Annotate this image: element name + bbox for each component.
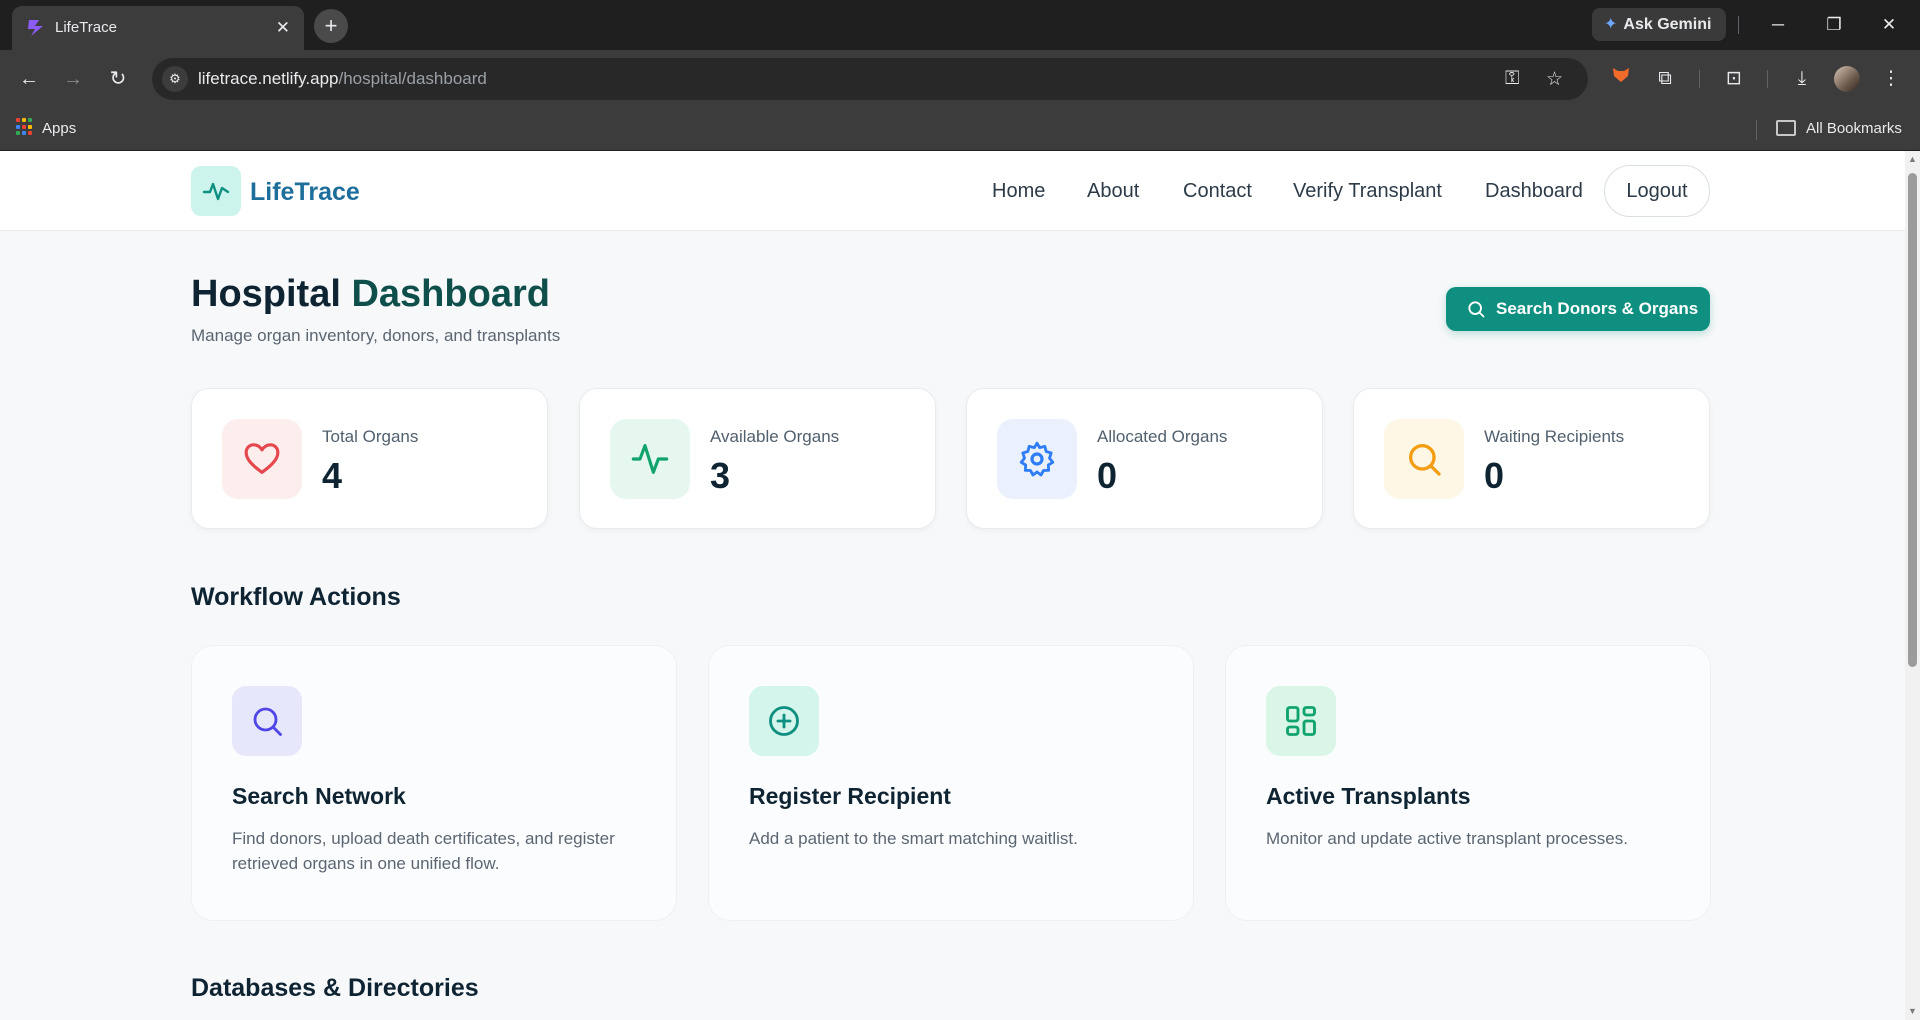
nav-verify-transplant[interactable]: Verify Transplant bbox=[1293, 180, 1442, 203]
password-key-icon[interactable]: ⚿ bbox=[1505, 68, 1519, 90]
new-tab-button[interactable]: + bbox=[314, 9, 348, 43]
stat-value: 0 bbox=[1484, 455, 1505, 496]
heart-icon bbox=[222, 419, 302, 499]
close-tab-icon[interactable]: ✕ bbox=[276, 18, 290, 38]
search-donors-organs-button[interactable]: Search Donors & Organs bbox=[1446, 287, 1710, 331]
menu-kebab-icon[interactable]: ⋮ bbox=[1876, 64, 1906, 94]
stat-card-allocated-organs: Allocated Organs 0 bbox=[966, 388, 1323, 529]
reload-icon[interactable]: ↻ bbox=[103, 64, 133, 94]
page-title-part1: Hospital bbox=[191, 273, 341, 315]
back-icon[interactable]: ← bbox=[14, 64, 44, 94]
forward-icon[interactable]: → bbox=[58, 64, 88, 94]
window-separator bbox=[1738, 16, 1739, 34]
browser-tab-strip: LifeTrace ✕ + ✦ Ask Gemini ─ ❐ ✕ bbox=[0, 0, 1920, 50]
bookmarks-bar: Apps All Bookmarks bbox=[0, 108, 1920, 151]
page-title-part2: Dashboard bbox=[351, 273, 550, 315]
workflow-card-title: Active Transplants bbox=[1266, 783, 1471, 809]
tab-search-icon[interactable]: ⊡ bbox=[1719, 64, 1749, 94]
ask-gemini-button[interactable]: ✦ Ask Gemini bbox=[1592, 8, 1726, 41]
site-logo-text[interactable]: LifeTrace bbox=[250, 178, 360, 207]
page-title: Hospital Dashboard bbox=[191, 273, 550, 316]
stat-card-total-organs: Total Organs 4 bbox=[191, 388, 548, 529]
all-bookmarks-link[interactable]: All Bookmarks bbox=[1806, 120, 1902, 137]
tab-title: LifeTrace bbox=[55, 19, 117, 36]
url-path: /hospital/dashboard bbox=[338, 69, 487, 88]
url-domain: lifetrace.netlify.app bbox=[198, 69, 339, 88]
stat-card-available-organs: Available Organs 3 bbox=[579, 388, 936, 529]
nav-about[interactable]: About bbox=[1087, 180, 1139, 203]
address-bar[interactable]: ⚙ lifetrace.netlify.app/hospital/dashboa… bbox=[152, 58, 1588, 100]
stat-card-waiting-recipients: Waiting Recipients 0 bbox=[1353, 388, 1710, 529]
profile-avatar[interactable] bbox=[1834, 66, 1860, 92]
search-donors-organs-label: Search Donors & Organs bbox=[1496, 299, 1699, 318]
stat-label: Total Organs bbox=[322, 427, 419, 446]
bookmark-star-icon[interactable]: ☆ bbox=[1546, 68, 1563, 91]
browser-toolbar: ← → ↻ ⚙ lifetrace.netlify.app/hospital/d… bbox=[0, 50, 1920, 108]
extension-fox-icon[interactable] bbox=[1606, 64, 1636, 94]
lightning-favicon-icon bbox=[28, 20, 43, 36]
apps-bookmark[interactable]: Apps bbox=[42, 120, 76, 137]
toolbar-separator bbox=[1767, 70, 1768, 88]
workflow-card-search-network[interactable]: Search Network Find donors, upload death… bbox=[191, 645, 677, 921]
restore-icon[interactable]: ❐ bbox=[1819, 10, 1849, 40]
stat-value: 4 bbox=[322, 455, 343, 496]
nav-dashboard[interactable]: Dashboard bbox=[1485, 180, 1583, 203]
url-text[interactable]: lifetrace.netlify.app/hospital/dashboard bbox=[198, 69, 487, 89]
workflow-card-title: Search Network bbox=[232, 783, 406, 809]
stat-label: Allocated Organs bbox=[1097, 427, 1228, 446]
stat-value: 3 bbox=[710, 455, 731, 496]
close-window-icon[interactable]: ✕ bbox=[1874, 10, 1904, 40]
apps-grid-icon[interactable] bbox=[16, 118, 34, 136]
stat-value: 0 bbox=[1097, 455, 1118, 496]
page-scrollbar[interactable]: ▲ ▼ bbox=[1905, 151, 1920, 1020]
download-icon[interactable]: ⤓ bbox=[1787, 64, 1817, 94]
stat-label: Available Organs bbox=[710, 427, 840, 446]
search-icon bbox=[1384, 419, 1464, 499]
search-icon bbox=[1468, 301, 1485, 318]
minimize-icon[interactable]: ─ bbox=[1763, 10, 1793, 40]
workflow-card-register-recipient[interactable]: Register Recipient Add a patient to the … bbox=[708, 645, 1194, 921]
folder-icon bbox=[1776, 120, 1796, 136]
page-subtitle: Manage organ inventory, donors, and tran… bbox=[191, 326, 561, 345]
site-info-icon[interactable]: ⚙ bbox=[162, 66, 188, 92]
nav-contact[interactable]: Contact bbox=[1183, 180, 1252, 203]
workflow-card-active-transplants[interactable]: Active Transplants Monitor and update ac… bbox=[1225, 645, 1711, 921]
scrollbar-thumb[interactable] bbox=[1908, 173, 1917, 667]
databases-directories-heading: Databases & Directories bbox=[191, 974, 479, 1002]
site-header: LifeTrace Home About Contact Verify Tran… bbox=[0, 151, 1905, 231]
bookmarks-separator bbox=[1756, 120, 1757, 140]
grid-icon bbox=[1266, 686, 1336, 756]
extensions-puzzle-icon[interactable]: ⧉ bbox=[1650, 64, 1680, 94]
scroll-up-icon[interactable]: ▲ bbox=[1907, 154, 1918, 165]
workflow-card-description: Monitor and update active transplant pro… bbox=[1266, 829, 1628, 848]
workflow-card-description: Add a patient to the smart matching wait… bbox=[749, 829, 1078, 848]
workflow-card-title: Register Recipient bbox=[749, 783, 951, 809]
nav-home[interactable]: Home bbox=[992, 180, 1045, 203]
gear-icon bbox=[997, 419, 1077, 499]
gemini-spark-icon: ✦ bbox=[1604, 16, 1618, 33]
logout-button[interactable]: Logout bbox=[1604, 165, 1710, 217]
toolbar-separator bbox=[1699, 70, 1700, 88]
stat-label: Waiting Recipients bbox=[1484, 427, 1625, 446]
browser-tab[interactable]: LifeTrace ✕ bbox=[12, 6, 304, 50]
ask-gemini-label: Ask Gemini bbox=[1623, 16, 1712, 33]
workflow-card-description: Find donors, upload death certificates, … bbox=[232, 829, 615, 873]
pulse-icon bbox=[610, 419, 690, 499]
page-viewport: LifeTrace Home About Contact Verify Tran… bbox=[0, 151, 1920, 1020]
logo-pulse-icon[interactable] bbox=[191, 166, 241, 216]
scroll-down-icon[interactable]: ▼ bbox=[1907, 1006, 1918, 1017]
search-icon bbox=[232, 686, 302, 756]
plus-circle-icon bbox=[749, 686, 819, 756]
workflow-actions-heading: Workflow Actions bbox=[191, 583, 401, 611]
